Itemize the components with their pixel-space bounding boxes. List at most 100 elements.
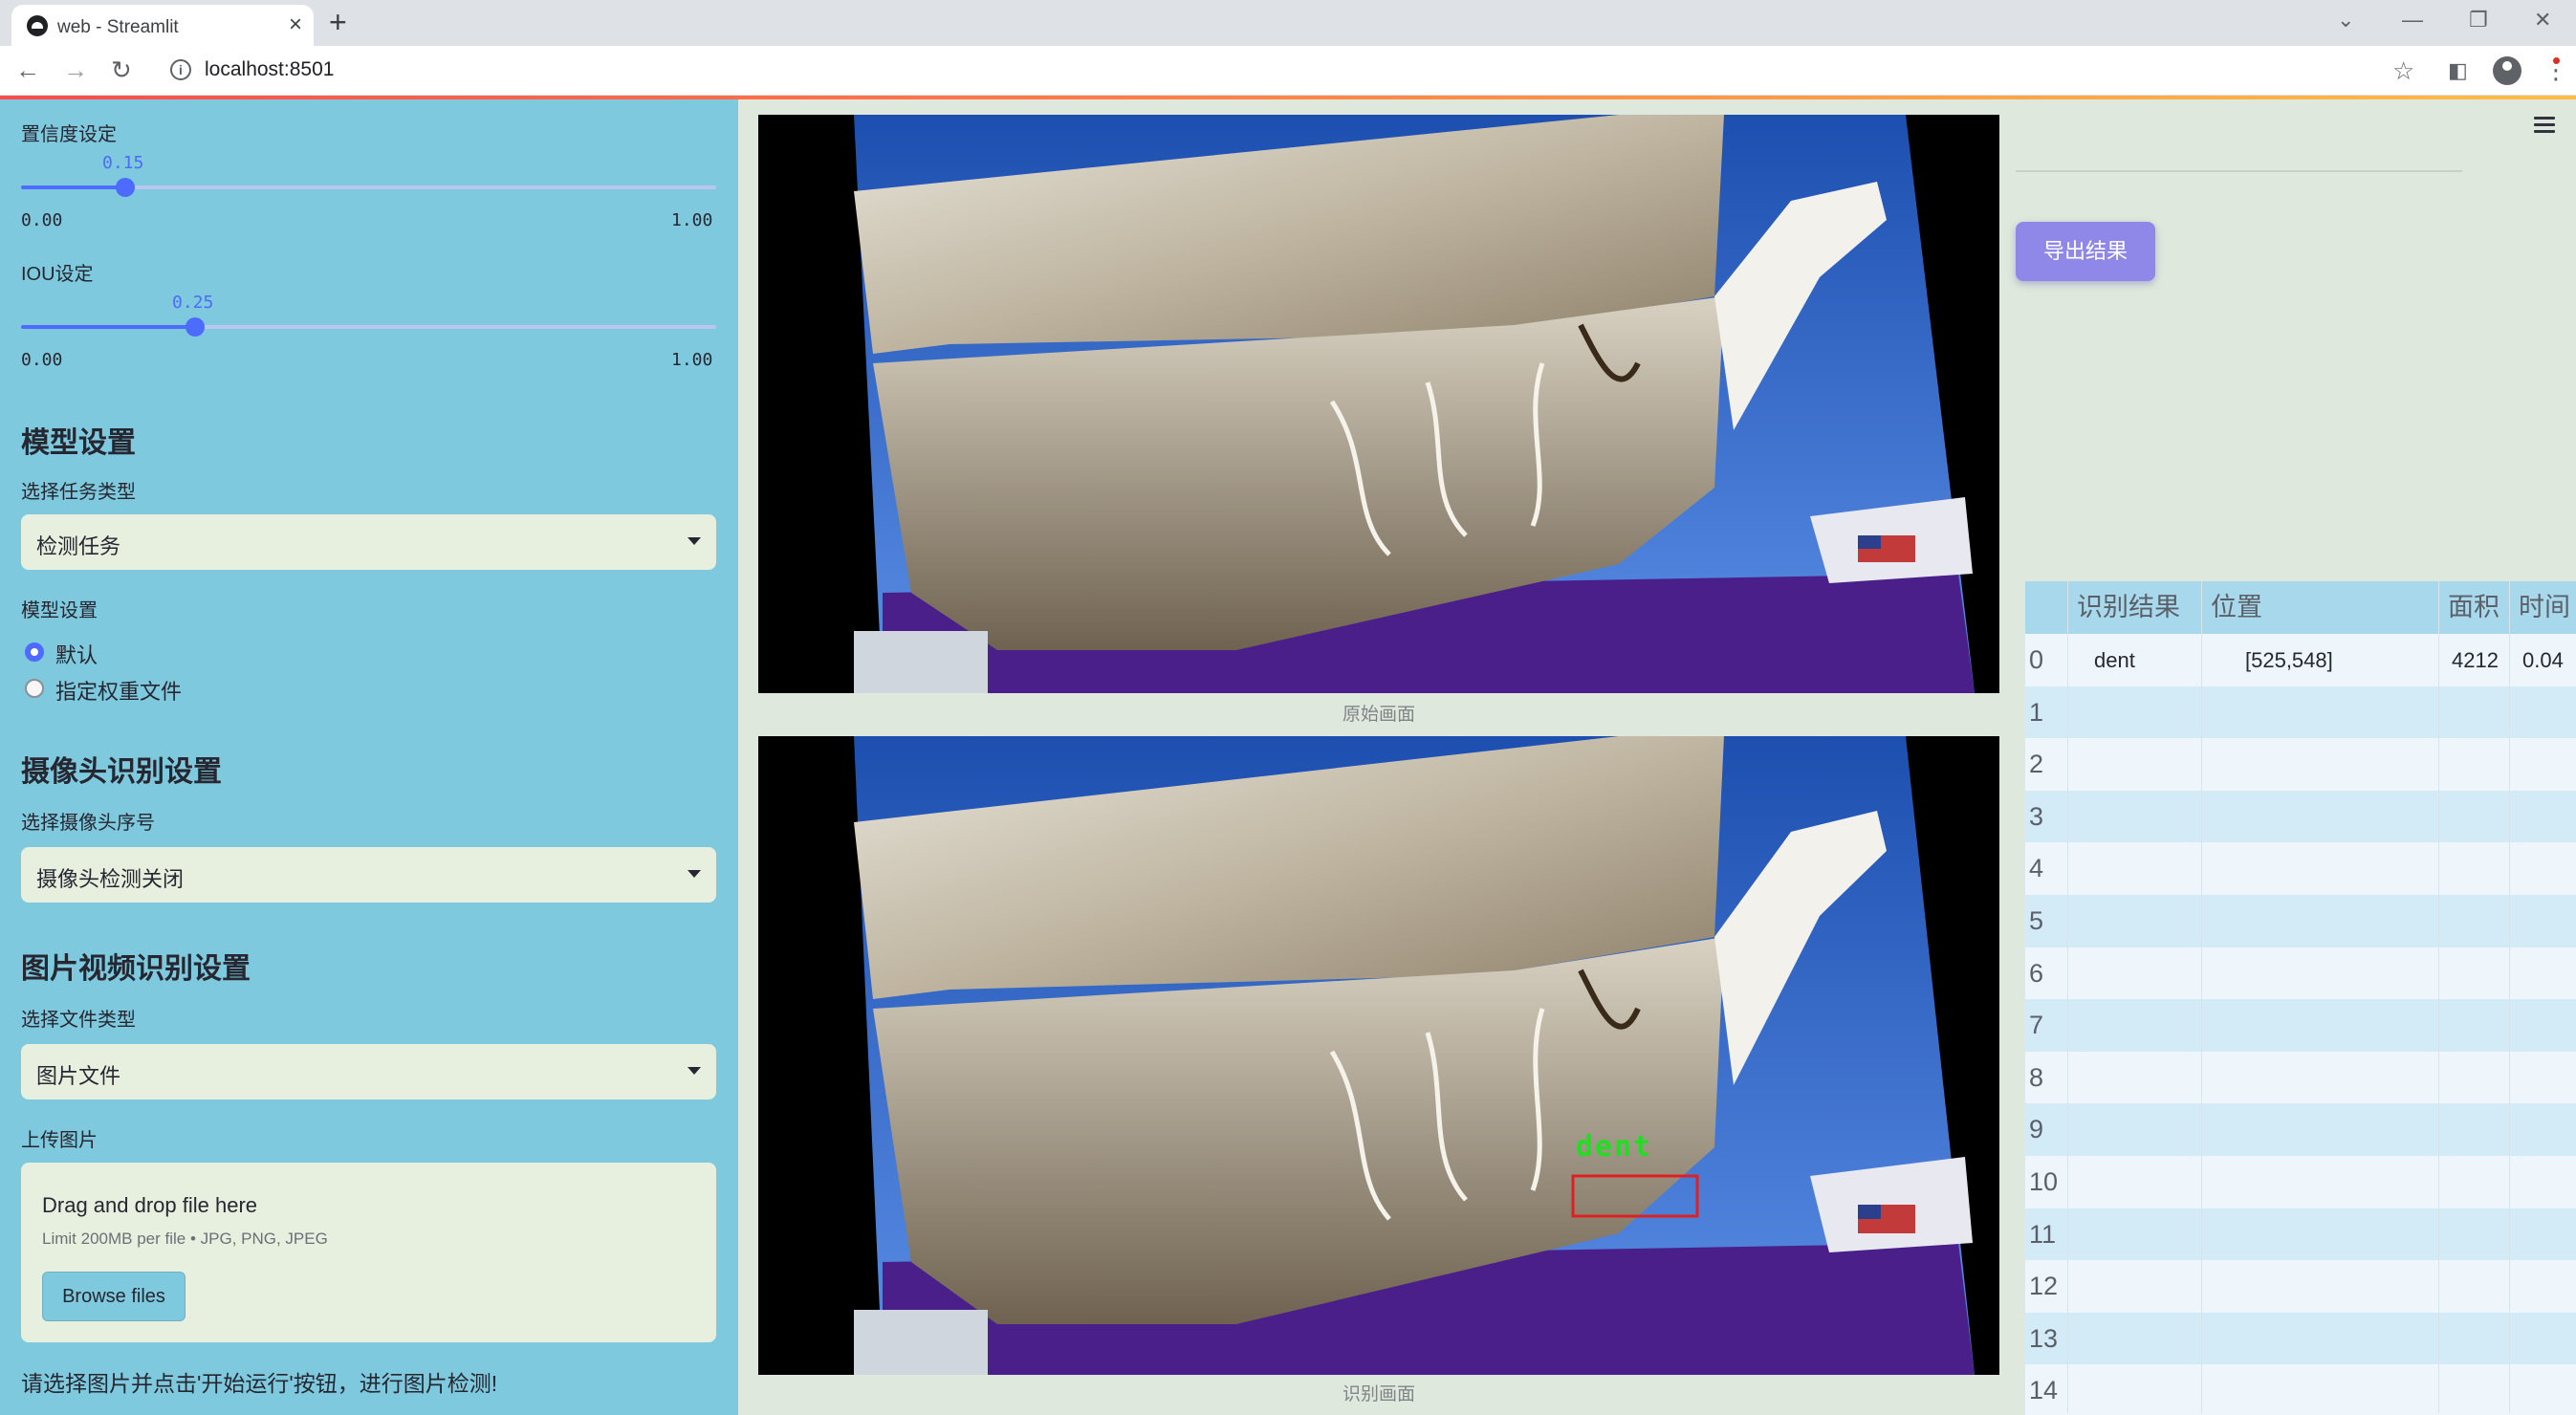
radio-custom-weights[interactable] <box>25 679 44 698</box>
header-time[interactable]: 时间 <box>2519 581 2570 634</box>
reload-icon[interactable]: ↻ <box>111 55 132 84</box>
streamlit-favicon-icon <box>27 15 48 36</box>
file-type-select[interactable]: 图片文件 <box>21 1044 716 1099</box>
detected-caption: 识别画面 <box>1342 1384 1415 1404</box>
minimize-icon[interactable]: — <box>2402 8 2423 33</box>
row-index: 4 <box>2029 854 2044 883</box>
detection-label: dent <box>1576 1130 1653 1164</box>
back-icon[interactable]: ← <box>15 55 40 84</box>
radio-custom-weights-label[interactable]: 指定权重文件 <box>55 675 182 706</box>
task-type-select[interactable]: 检测任务 <box>21 514 716 570</box>
profile-avatar-icon[interactable] <box>2493 56 2521 85</box>
row-index: 5 <box>2029 906 2044 935</box>
row-index: 10 <box>2029 1167 2059 1196</box>
row-index: 12 <box>2029 1272 2059 1301</box>
iou-slider-thumb[interactable] <box>186 317 205 337</box>
table-row[interactable]: 13 <box>2025 1312 2576 1365</box>
camera-index-value: 摄像头检测关闭 <box>36 867 185 891</box>
table-row[interactable]: 5 <box>2025 895 2576 947</box>
upload-label: 上传图片 <box>21 1130 98 1151</box>
row-index: 1 <box>2029 697 2044 727</box>
column-divider <box>2067 581 2068 1413</box>
row-index: 8 <box>2029 1062 2044 1092</box>
confidence-slider-fill <box>21 185 125 189</box>
confidence-slider[interactable] <box>21 178 716 197</box>
browse-files-button[interactable]: Browse files <box>42 1272 186 1321</box>
row-index: 11 <box>2029 1219 2057 1249</box>
row-index: 9 <box>2029 1115 2044 1144</box>
header-area[interactable]: 面积 <box>2448 581 2500 634</box>
table-row[interactable]: 11 <box>2025 1208 2576 1261</box>
detected-image: dent <box>758 736 1999 1375</box>
iou-max: 1.00 <box>671 350 713 370</box>
table-row[interactable]: 12 <box>2025 1260 2576 1314</box>
table-row[interactable]: 10 <box>2025 1156 2576 1208</box>
model-settings-heading: 模型设置 <box>21 427 136 459</box>
radio-default-label[interactable]: 默认 <box>55 639 98 669</box>
row-index: 13 <box>2029 1323 2059 1353</box>
original-image-scene <box>854 115 1975 693</box>
camera-settings-heading: 摄像头识别设置 <box>21 756 222 788</box>
tab-title: web - Streamlit <box>57 17 179 37</box>
original-image <box>758 115 1999 693</box>
app-menu-icon[interactable] <box>2534 117 2557 136</box>
column-divider <box>2201 581 2202 1413</box>
task-type-value: 检测任务 <box>36 534 121 558</box>
iou-label: IOU设定 <box>21 264 94 285</box>
confidence-min: 0.00 <box>21 210 63 230</box>
media-settings-heading: 图片视频识别设置 <box>21 953 251 985</box>
column-divider <box>2438 581 2439 1413</box>
iou-slider-fill <box>21 325 195 329</box>
address-bar[interactable]: localhost:8501 <box>205 58 334 81</box>
detected-image-scene <box>854 736 1975 1375</box>
table-row[interactable]: 3 <box>2025 790 2576 843</box>
confidence-slider-thumb[interactable] <box>116 178 135 197</box>
table-row[interactable]: 7 <box>2025 999 2576 1053</box>
browser-toolbar: ← → ↻ i localhost:8501 ☆ ◧ ⋮ <box>0 46 2576 96</box>
table-row[interactable]: 1 <box>2025 686 2576 739</box>
confidence-label: 置信度设定 <box>21 124 117 145</box>
bookmark-star-icon[interactable]: ☆ <box>2392 57 2414 84</box>
row-index: 7 <box>2029 1011 2044 1040</box>
table-row[interactable]: 2 <box>2025 738 2576 792</box>
iou-slider[interactable] <box>21 317 716 337</box>
table-row[interactable]: 9 <box>2025 1103 2576 1157</box>
radio-default[interactable] <box>25 642 44 662</box>
original-caption: 原始画面 <box>1342 705 1415 725</box>
header-result[interactable]: 识别结果 <box>2077 581 2180 634</box>
browser-tab-bar: web - Streamlit × + ⌄ — ❐ ✕ <box>0 0 2576 46</box>
site-info-icon[interactable]: i <box>170 59 191 80</box>
task-type-label: 选择任务类型 <box>21 482 136 503</box>
export-results-button[interactable]: 导出结果 <box>2016 222 2155 281</box>
divider <box>2016 170 2462 172</box>
iou-value: 0.25 <box>172 293 214 313</box>
sidebar-hint: 请选择图片并点击'开始运行'按钮，进行图片检测! <box>21 1371 498 1396</box>
chevron-down-icon <box>688 1067 701 1075</box>
forward-icon[interactable]: → <box>63 55 88 84</box>
table-row[interactable]: 14 <box>2025 1364 2576 1415</box>
row-index: 0 <box>2029 645 2044 674</box>
table-row[interactable]: 8 <box>2025 1051 2576 1104</box>
row-index: 6 <box>2029 958 2044 988</box>
tab-search-chevron-icon[interactable]: ⌄ <box>2337 8 2354 33</box>
cell-time: 0.04 <box>2522 648 2564 672</box>
table-row[interactable]: 4 <box>2025 842 2576 896</box>
header-position[interactable]: 位置 <box>2211 581 2262 634</box>
camera-index-label: 选择摄像头序号 <box>21 813 155 834</box>
chevron-down-icon <box>688 870 701 878</box>
file-uploader-dropzone[interactable]: Drag and drop file here Limit 200MB per … <box>21 1163 716 1342</box>
close-tab-icon[interactable]: × <box>289 13 302 36</box>
row-index: 2 <box>2029 750 2044 779</box>
table-header-row: 识别结果 位置 面积 时间 <box>2025 581 2576 634</box>
camera-index-select[interactable]: 摄像头检测关闭 <box>21 847 716 903</box>
browser-tab[interactable]: web - Streamlit × <box>11 5 314 46</box>
file-type-label: 选择文件类型 <box>21 1010 136 1031</box>
table-row[interactable]: 0 dent [525,548] 4212 0.04 <box>2025 634 2576 686</box>
table-row[interactable]: 6 <box>2025 947 2576 1000</box>
restore-icon[interactable]: ❐ <box>2469 8 2488 33</box>
close-window-icon[interactable]: ✕ <box>2534 8 2551 33</box>
side-panel-icon[interactable]: ◧ <box>2448 57 2468 84</box>
column-divider <box>2509 581 2510 1413</box>
new-tab-icon[interactable]: + <box>329 6 347 38</box>
upload-limit-text: Limit 200MB per file • JPG, PNG, JPEG <box>42 1230 328 1248</box>
